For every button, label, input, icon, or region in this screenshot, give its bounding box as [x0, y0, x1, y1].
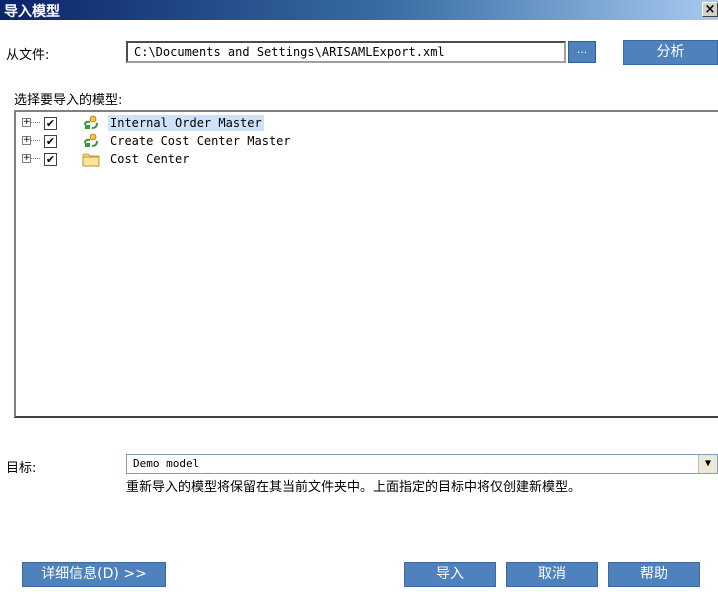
tree-connector: [31, 122, 40, 123]
tree-row[interactable]: + ✔ Create Cost Center Master: [16, 133, 716, 149]
window-title: 导入模型: [4, 4, 60, 20]
model-label[interactable]: Cost Center: [108, 151, 191, 167]
target-select[interactable]: Demo model ▼: [126, 454, 718, 474]
analyze-button[interactable]: 分析: [623, 40, 718, 65]
from-file-label: 从文件:: [6, 48, 50, 63]
folder-icon: [82, 153, 100, 167]
tree-row[interactable]: + ✔ Internal Order Master: [16, 115, 716, 131]
select-models-label: 选择要导入的模型:: [14, 93, 123, 108]
model-label[interactable]: Internal Order Master: [108, 115, 264, 131]
expand-icon[interactable]: +: [22, 118, 31, 127]
close-button[interactable]: ×: [702, 2, 718, 17]
browse-button[interactable]: ...: [568, 41, 596, 63]
target-value: Demo model: [133, 457, 200, 470]
tree-connector: [31, 140, 40, 141]
file-path-input[interactable]: C:\Documents and Settings\ARISAMLExport.…: [126, 41, 566, 63]
title-bar: 导入模型 ×: [0, 0, 718, 20]
expand-icon[interactable]: +: [22, 136, 31, 145]
process-model-icon: [84, 115, 98, 129]
model-label[interactable]: Create Cost Center Master: [108, 133, 293, 149]
tree-connector: [31, 158, 40, 159]
model-checkbox[interactable]: ✔: [44, 117, 57, 130]
details-button[interactable]: 详细信息(D) >>: [22, 562, 166, 587]
import-note: 重新导入的模型将保留在其当前文件夹中。上面指定的目标中将仅创建新模型。: [126, 480, 582, 495]
model-checkbox[interactable]: ✔: [44, 153, 57, 166]
help-button[interactable]: 帮助: [608, 562, 700, 587]
expand-icon[interactable]: +: [22, 154, 31, 163]
import-button[interactable]: 导入: [404, 562, 496, 587]
chevron-down-icon[interactable]: ▼: [698, 455, 717, 473]
cancel-button[interactable]: 取消: [506, 562, 598, 587]
model-tree[interactable]: + ✔ Internal Order Master + ✔ Create Cos…: [14, 110, 718, 418]
model-checkbox[interactable]: ✔: [44, 135, 57, 148]
target-label: 目标:: [6, 461, 37, 476]
tree-row[interactable]: + ✔ Cost Center: [16, 151, 716, 167]
process-model-icon: [84, 133, 98, 147]
